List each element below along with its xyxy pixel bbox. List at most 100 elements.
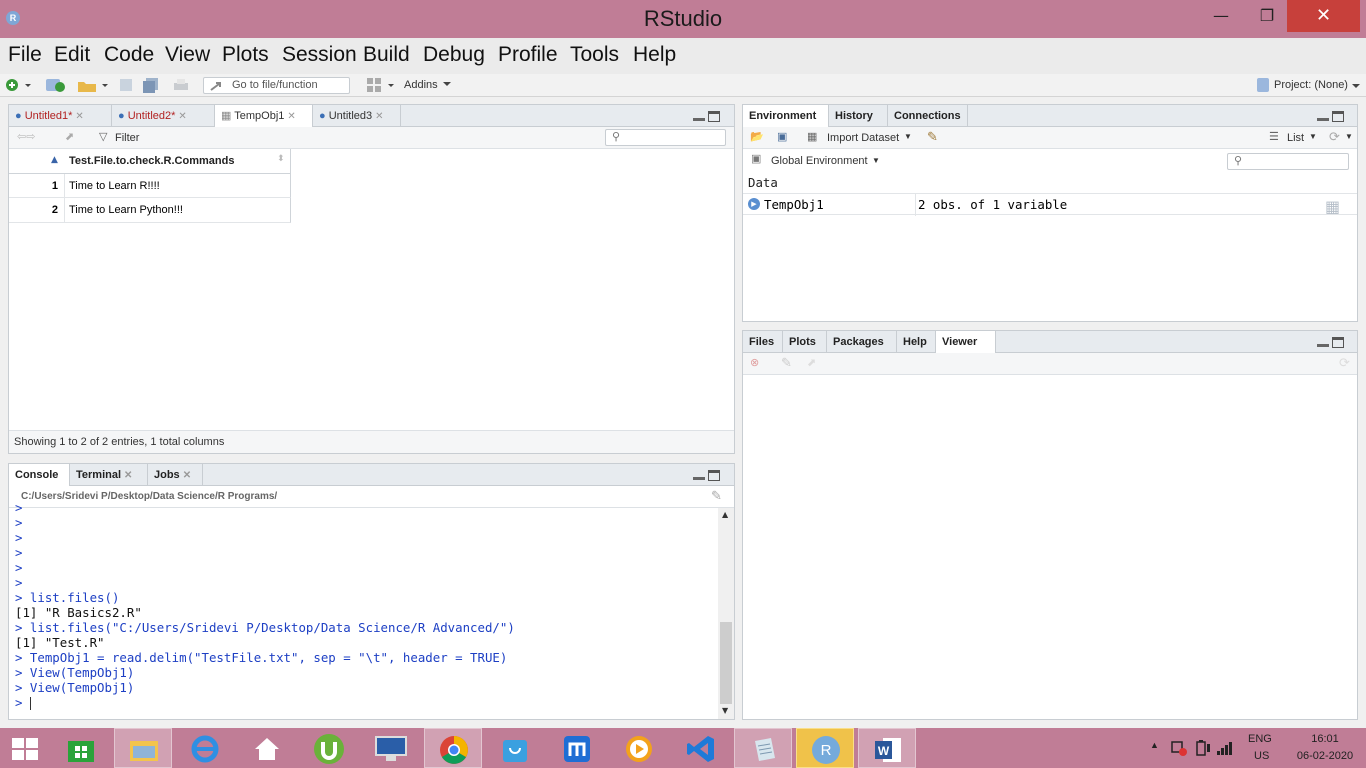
console-output[interactable]: > > > > > > > list.files() [1] "R Basics2.R" > l… — [15, 500, 715, 712]
print-icon[interactable] — [172, 77, 190, 93]
new-file-icon[interactable] — [5, 78, 31, 92]
signal-icon[interactable] — [1216, 740, 1236, 756]
menu-edit[interactable]: Edit — [54, 43, 90, 67]
menu-build[interactable]: Build — [363, 43, 410, 67]
chrome-app[interactable] — [424, 728, 482, 768]
console-pane-controls[interactable] — [693, 470, 723, 482]
environment-search-input[interactable]: ⚲ — [1227, 153, 1349, 170]
tab-console[interactable]: Console — [9, 464, 70, 487]
tab-tempobj1[interactable]: ▦ TempObj1 ✕ — [215, 105, 313, 128]
maximize-pane-icon[interactable] — [1332, 111, 1344, 122]
store-bag-app[interactable] — [486, 728, 544, 768]
minimize-pane-icon[interactable] — [693, 477, 705, 480]
clock-time[interactable]: 16:01 — [1305, 733, 1345, 745]
refresh-viewer-icon[interactable]: ⟳ — [1339, 355, 1350, 371]
close-tab-icon[interactable]: ✕ — [75, 111, 83, 122]
minimize-pane-icon[interactable] — [1317, 344, 1329, 347]
lenovo-app[interactable] — [362, 728, 420, 768]
minimize-pane-icon[interactable] — [693, 118, 705, 121]
menu-help[interactable]: Help — [633, 43, 676, 67]
clock-date[interactable]: 06-02-2020 — [1296, 750, 1354, 762]
tab-packages[interactable]: Packages — [827, 331, 897, 353]
utorrent-app[interactable] — [300, 728, 358, 768]
addins-menu[interactable]: Addins — [404, 79, 438, 94]
menu-code[interactable]: Code — [104, 43, 154, 67]
files-pane-controls[interactable] — [1317, 337, 1347, 349]
scroll-down-icon[interactable]: ▼ — [722, 706, 728, 715]
maximize-pane-icon[interactable] — [708, 470, 720, 481]
expand-object-icon[interactable]: ▶ — [748, 198, 760, 210]
save-workspace-icon[interactable]: ▣ — [777, 130, 787, 143]
rstudio-app[interactable]: R — [796, 728, 854, 768]
popout-icon[interactable]: ⬈ — [65, 130, 74, 143]
environment-pane-controls[interactable] — [1317, 111, 1347, 123]
project-menu[interactable]: Project: (None) — [1274, 79, 1348, 94]
import-dataset-button[interactable]: Import Dataset — [827, 132, 899, 144]
tab-viewer[interactable]: Viewer — [936, 331, 996, 354]
load-workspace-icon[interactable]: 📂 — [750, 130, 764, 143]
minimize-pane-icon[interactable] — [1317, 118, 1329, 121]
menu-debug[interactable]: Debug — [423, 43, 485, 67]
workspace-panes-icon[interactable] — [366, 77, 396, 93]
tab-environment[interactable]: Environment — [743, 105, 829, 128]
back-forward-icon[interactable]: ⇦⇨ — [17, 130, 35, 143]
tab-jobs[interactable]: Jobs ✕ — [148, 464, 203, 486]
open-file-icon[interactable] — [76, 77, 108, 93]
clear-workspace-icon[interactable]: ✎ — [927, 129, 938, 145]
menu-tools[interactable]: Tools — [570, 43, 619, 67]
close-tab-icon[interactable]: ✕ — [178, 111, 186, 122]
clear-viewer-icon[interactable]: ✎ — [781, 355, 792, 371]
scroll-up-icon[interactable]: ▲ — [722, 510, 728, 519]
refresh-icon[interactable]: ⟳ — [1329, 129, 1340, 145]
tab-help[interactable]: Help — [897, 331, 936, 353]
tab-terminal[interactable]: Terminal ✕ — [70, 464, 148, 486]
column-header[interactable]: Test.File.to.check.R.Commands — [69, 155, 234, 167]
sort-asc-icon[interactable]: ▲ — [51, 155, 58, 165]
scroll-thumb[interactable] — [720, 622, 732, 704]
console-scrollbar[interactable]: ▲ ▼ — [718, 508, 734, 719]
maximize-pane-icon[interactable] — [1332, 337, 1344, 348]
filter-button[interactable]: Filter — [115, 132, 139, 144]
network-error-icon[interactable] — [1170, 740, 1188, 756]
menu-plots[interactable]: Plots — [222, 43, 269, 67]
show-hidden-icons-icon[interactable]: ▲ — [1150, 740, 1159, 750]
battery-icon[interactable] — [1194, 739, 1212, 757]
region-indicator[interactable]: US — [1254, 750, 1269, 762]
close-tab-icon[interactable]: ✕ — [375, 111, 383, 122]
word-app[interactable]: W — [858, 728, 916, 768]
data-search-input[interactable]: ⚲ — [605, 129, 726, 146]
explorer-app[interactable] — [114, 728, 172, 768]
tab-files[interactable]: Files — [743, 331, 783, 353]
global-environment-select[interactable]: Global Environment — [771, 155, 868, 167]
console-caret[interactable] — [29, 697, 31, 710]
tab-connections[interactable]: Connections — [888, 105, 968, 127]
close-button[interactable]: ✕ — [1287, 0, 1360, 32]
tab-history[interactable]: History — [829, 105, 888, 127]
stop-icon[interactable]: ⊗ — [750, 356, 759, 369]
object-name[interactable]: TempObj1 — [764, 197, 824, 212]
store-app[interactable] — [52, 728, 110, 768]
tab-untitled2[interactable]: ● Untitled2* ✕ — [112, 105, 215, 127]
save-icon[interactable] — [118, 77, 134, 93]
close-tab-icon[interactable]: ✕ — [183, 470, 191, 481]
maxthon-app[interactable] — [548, 728, 606, 768]
menu-file[interactable]: File — [8, 43, 42, 67]
tab-untitled1[interactable]: ● Untitled1* ✕ — [9, 105, 112, 127]
close-tab-icon[interactable]: ✕ — [124, 470, 132, 481]
language-indicator[interactable]: ENG — [1248, 733, 1272, 745]
home-app[interactable] — [238, 728, 296, 768]
notes-app[interactable] — [734, 728, 792, 768]
media-player-app[interactable] — [610, 728, 668, 768]
sort-icon[interactable]: ⬍ — [277, 154, 285, 164]
popout-viewer-icon[interactable]: ⬈ — [807, 356, 816, 369]
menu-profile[interactable]: Profile — [498, 43, 558, 67]
vscode-app[interactable] — [672, 728, 730, 768]
start-windows-icon[interactable] — [12, 738, 38, 760]
new-project-icon[interactable] — [45, 77, 67, 93]
environment-row[interactable]: ▶ TempObj1 2 obs. of 1 variable ▦ — [743, 193, 1357, 216]
list-view-button[interactable]: List — [1287, 132, 1304, 144]
goto-file-input[interactable]: Go to file/function — [203, 77, 350, 94]
source-pane-controls[interactable] — [693, 111, 723, 123]
maximize-pane-icon[interactable] — [708, 111, 720, 122]
ie-app[interactable] — [176, 728, 234, 768]
